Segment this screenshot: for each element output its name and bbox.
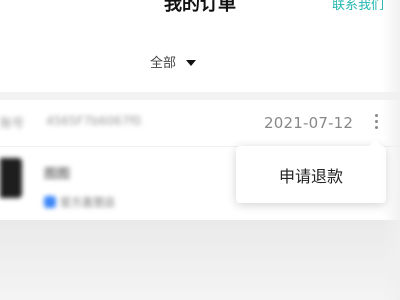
filter-bar: 全部 [0, 24, 400, 92]
request-refund-menu-item[interactable]: 申请退款 [236, 146, 386, 203]
caret-down-icon [186, 59, 197, 66]
order-filter-dropdown[interactable]: 全部 [150, 52, 197, 71]
empty-area [0, 220, 400, 300]
shop-label: 账号 [0, 116, 25, 130]
order-date: 2021-07-12 [264, 114, 354, 132]
edge-shade [382, 0, 400, 300]
order-number: 4565F7b6067f0 [46, 114, 142, 128]
store-tag-text: 官方直营店 [60, 196, 115, 209]
contact-us-link[interactable]: 联系我们 [332, 0, 384, 13]
store-tag-icon [44, 196, 56, 208]
order-actions-popover: 申请退款 [236, 140, 386, 203]
product-thumbnail[interactable] [0, 158, 22, 198]
product-name: 图图 [44, 167, 71, 182]
store-tag-badge: 官方直营店 [44, 194, 115, 210]
filter-selected-label: 全部 [150, 56, 177, 71]
more-options-icon[interactable] [375, 114, 378, 129]
top-header: 我的订单 联系我们 [0, 0, 400, 24]
